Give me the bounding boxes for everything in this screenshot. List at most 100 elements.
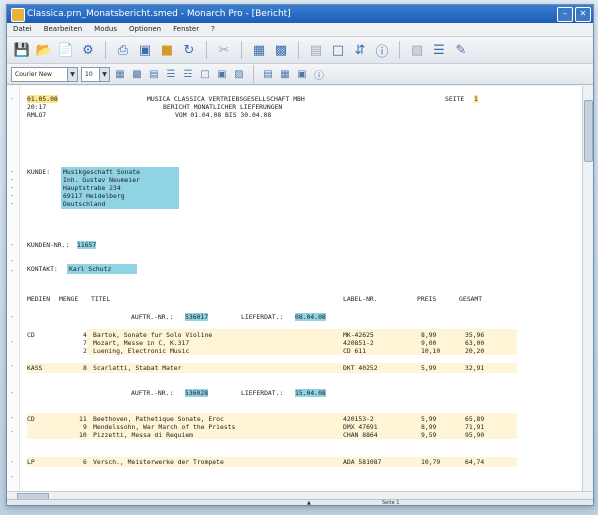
arrow-up-icon: ▲ bbox=[307, 500, 311, 506]
size-value: 10 bbox=[85, 70, 93, 78]
field-icon[interactable]: □ bbox=[329, 41, 347, 59]
filter-icon[interactable]: ▤ bbox=[307, 41, 325, 59]
report-code: RMLO7 bbox=[27, 111, 47, 119]
image-icon[interactable]: ▣ bbox=[295, 67, 309, 81]
order-label: AUFTR.-NR.: bbox=[131, 389, 174, 397]
item-label: CD 611 bbox=[343, 347, 367, 355]
page-value: 1 bbox=[474, 95, 478, 103]
app-icon bbox=[11, 8, 25, 22]
print-icon[interactable]: ⎙ bbox=[114, 41, 132, 59]
menu-datei[interactable]: Datei bbox=[11, 23, 34, 36]
menu-optionen[interactable]: Optionen bbox=[127, 23, 163, 36]
item-menge: 6 bbox=[83, 458, 87, 466]
item-gesamt: 65,89 bbox=[465, 415, 485, 423]
sort-icon[interactable]: ⇵ bbox=[351, 41, 369, 59]
delivery-date[interactable]: 15.04.08 bbox=[295, 389, 326, 397]
col-preis: PREIS bbox=[417, 295, 437, 303]
menu-modus[interactable]: Modus bbox=[92, 23, 119, 36]
order-label: AUFTR.-NR.: bbox=[131, 313, 174, 321]
menu-bearbeiten[interactable]: Bearbeiten bbox=[42, 23, 84, 36]
item-titel: Mendelssohn, War March of the Priests bbox=[93, 423, 236, 431]
size-select[interactable]: 10 ▼ bbox=[81, 66, 110, 82]
export-icon[interactable]: ↻ bbox=[180, 41, 198, 59]
layout-icon[interactable]: ▦ bbox=[278, 67, 292, 81]
item-menge: 8 bbox=[83, 364, 87, 372]
order-number[interactable]: 536017 bbox=[185, 313, 209, 321]
print-preview-icon[interactable]: ▣ bbox=[136, 41, 154, 59]
customer-line: Inh. Gustav Neumeier bbox=[63, 176, 140, 184]
main-toolbar: 💾 📂 📄 ⚙ ⎙ ▣ ■ ↻ ✂ ▦ ▩ ▤ □ ⇵ ⓘ ▧ ☰ ✎ bbox=[7, 37, 593, 64]
item-preis: 5,99 bbox=[421, 415, 437, 423]
font-value: Courier New bbox=[15, 70, 52, 78]
col-menge: MENGE bbox=[59, 295, 79, 303]
item-gesamt: 32,91 bbox=[465, 364, 485, 372]
menu-fenster[interactable]: Fenster bbox=[171, 23, 201, 36]
underline-icon[interactable]: ▤ bbox=[147, 67, 161, 81]
item-gesamt: 35,96 bbox=[465, 331, 485, 339]
close-button[interactable]: ✕ bbox=[575, 7, 591, 22]
item-gesamt: 63,00 bbox=[465, 339, 485, 347]
window-title: Classica.prn_Monatsbericht.smed - Monarc… bbox=[27, 9, 291, 19]
save-icon[interactable]: 💾 bbox=[13, 41, 31, 59]
item-menge: 11 bbox=[79, 415, 87, 423]
item-titel: Beethoven, Pathetique Sonate, Eroc bbox=[93, 415, 224, 423]
scroll-thumb[interactable] bbox=[584, 100, 593, 162]
summary-icon[interactable]: ▩ bbox=[272, 41, 290, 59]
status-page: Seite 1 bbox=[382, 500, 400, 506]
new-document-icon[interactable]: 📄 bbox=[57, 41, 75, 59]
customer-line: 69117 Heidelberg bbox=[63, 192, 125, 200]
contact-field[interactable]: Karl Schutz bbox=[69, 265, 111, 273]
item-preis: 8,99 bbox=[421, 331, 437, 339]
delivery-date[interactable]: 08.04.08 bbox=[295, 313, 326, 321]
col-label: LABEL-NR. bbox=[343, 295, 378, 303]
item-gesamt: 20,20 bbox=[465, 347, 485, 355]
open-icon[interactable]: 📂 bbox=[35, 41, 53, 59]
report-view[interactable]: - - - - - - - - - - - - - - - - - 01.05.… bbox=[7, 86, 593, 491]
italic-icon[interactable]: ▩ bbox=[130, 67, 144, 81]
folder-icon[interactable]: ■ bbox=[158, 41, 176, 59]
item-titel: Bartok, Sonate fur Solo Violine bbox=[93, 331, 213, 339]
template-icon[interactable]: ▤ bbox=[261, 67, 275, 81]
menu-bar: Datei Bearbeiten Modus Optionen Fenster … bbox=[7, 23, 593, 37]
col-titel: TITEL bbox=[91, 295, 111, 303]
status-bar: ▲ Seite 1 bbox=[7, 499, 593, 506]
chevron-down-icon: ▼ bbox=[99, 67, 109, 81]
item-titel: Versch., Meisterwerke der Trompete bbox=[93, 458, 224, 466]
item-label: ADA 581087 bbox=[343, 458, 382, 466]
title-bar[interactable]: Classica.prn_Monatsbericht.smed - Monarc… bbox=[7, 5, 593, 23]
cut-icon[interactable]: ✂ bbox=[215, 41, 233, 59]
item-label: DKT 40252 bbox=[343, 364, 378, 372]
item-gesamt: 64,74 bbox=[465, 458, 485, 466]
item-menge: 4 bbox=[83, 331, 87, 339]
color-icon[interactable]: ▨ bbox=[232, 67, 246, 81]
customer-label: KUNDE: bbox=[27, 168, 51, 176]
justify-icon[interactable]: ☲ bbox=[181, 67, 195, 81]
pencil-icon[interactable]: ✎ bbox=[452, 41, 470, 59]
grid-icon[interactable]: ▧ bbox=[408, 41, 426, 59]
item-titel: Mozart, Messe in C, K.317 bbox=[93, 339, 190, 347]
customer-line: Hauptstrabe 234 bbox=[63, 184, 121, 192]
customer-number-label: KUNDEN-NR.: bbox=[27, 241, 70, 249]
customer-number-field[interactable]: 11657 bbox=[77, 241, 97, 249]
info-icon[interactable]: ⓘ bbox=[373, 41, 391, 60]
border-icon[interactable]: □ bbox=[198, 67, 212, 81]
bold-icon[interactable]: ▦ bbox=[113, 67, 127, 81]
font-select[interactable]: Courier New ▼ bbox=[11, 66, 78, 82]
report-content: 01.05.08 MUSICA CLASSICA VERTRIEBSGESELL… bbox=[27, 86, 582, 491]
vertical-scrollbar[interactable] bbox=[582, 86, 593, 491]
report-title: BERICHT MONATLICHER LIEFERUNGEN bbox=[163, 103, 283, 111]
item-menge: 7 bbox=[83, 339, 87, 347]
item-preis: 9,59 bbox=[421, 431, 437, 439]
align-icon[interactable]: ☰ bbox=[164, 67, 178, 81]
fill-icon[interactable]: ▣ bbox=[215, 67, 229, 81]
minimize-button[interactable]: – bbox=[557, 7, 573, 22]
chart-icon[interactable]: ☰ bbox=[430, 41, 448, 59]
contact-label: KONTAKT: bbox=[27, 265, 58, 273]
binoculars-icon[interactable]: ⚙ bbox=[79, 41, 97, 59]
table-icon[interactable]: ▦ bbox=[250, 41, 268, 59]
item-medien: LP bbox=[27, 458, 35, 466]
help-icon[interactable]: ⓘ bbox=[312, 67, 326, 82]
order-number[interactable]: 536028 bbox=[185, 389, 209, 397]
delivery-date-label: LIEFERDAT.: bbox=[241, 389, 284, 397]
menu-help[interactable]: ? bbox=[209, 23, 217, 36]
